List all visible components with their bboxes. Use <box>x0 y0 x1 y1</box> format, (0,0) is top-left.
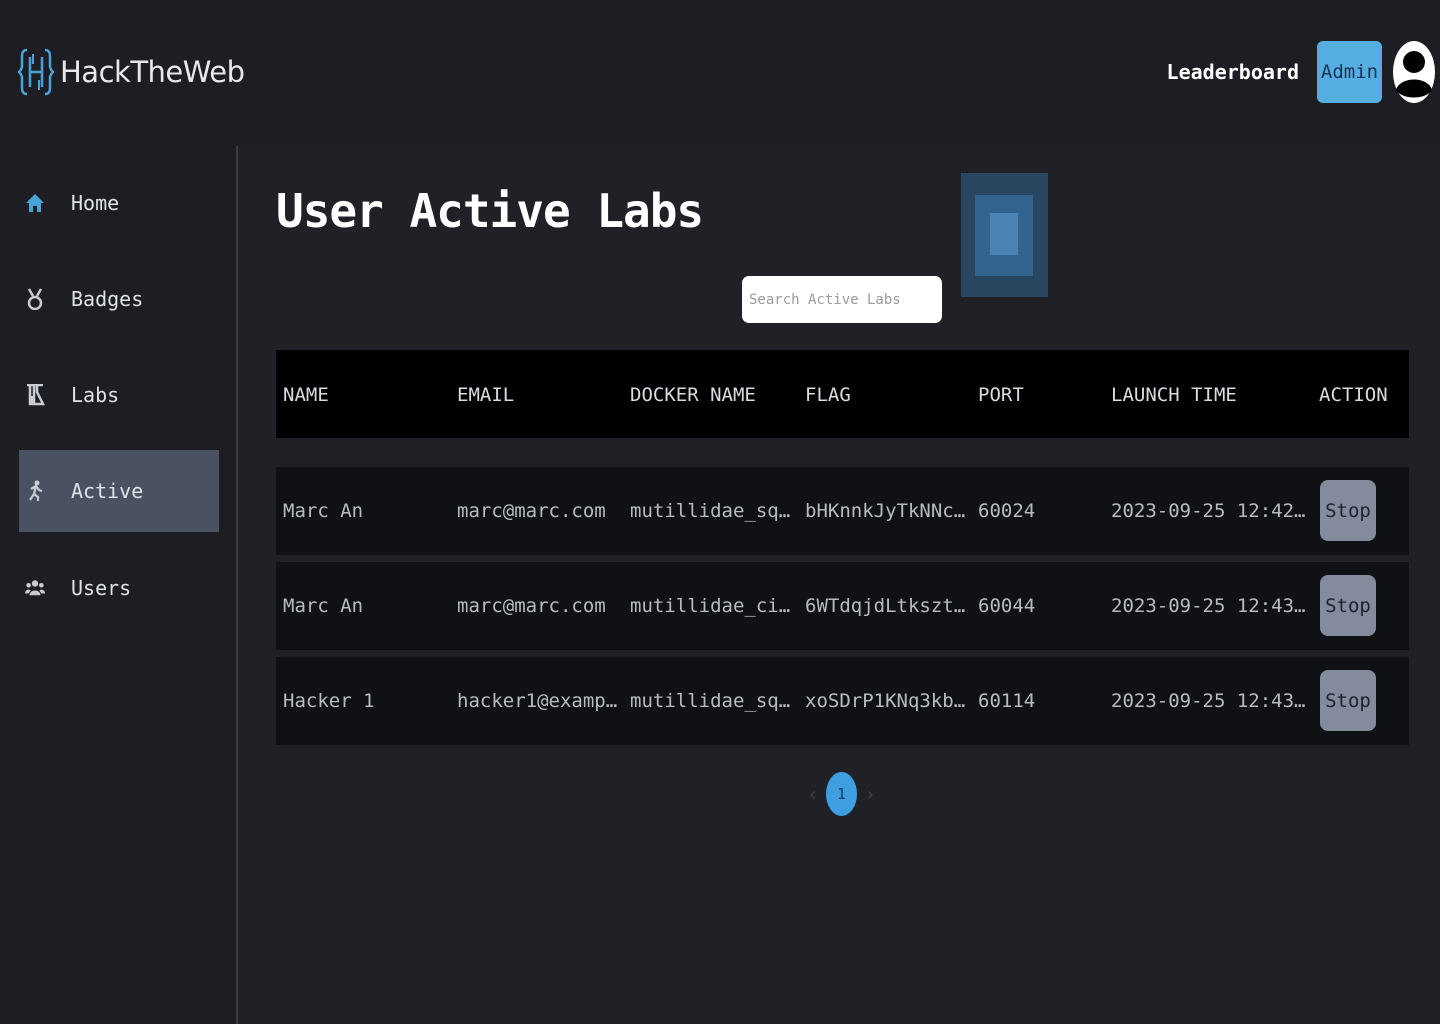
flask-icon <box>25 384 45 406</box>
cell-docker-name: mutillidae_sqli_2 <box>630 500 800 522</box>
medal-icon <box>25 288 45 310</box>
cell-flag: xoSDrP1KNq3kbmt2… <box>805 690 970 712</box>
column-header-name[interactable]: NAME <box>283 384 329 406</box>
column-header-port[interactable]: PORT <box>978 384 1024 406</box>
logo-icon <box>18 48 54 96</box>
cell-name: Hacker 1 <box>283 690 375 712</box>
brand-logo[interactable]: HackTheWeb <box>18 44 245 100</box>
cell-launch-time: 2023-09-25 12:42… <box>1111 500 1306 522</box>
search-input[interactable] <box>742 276 942 323</box>
cell-port: 60024 <box>978 500 1036 522</box>
sidebar: Home Badges Labs Active Users <box>0 146 238 1024</box>
home-icon <box>25 192 45 214</box>
user-avatar-icon[interactable] <box>1392 40 1436 104</box>
sidebar-item-home[interactable]: Home <box>19 162 219 244</box>
table-row: Hacker 1 hacker1@example.… mutillidae_sq… <box>276 657 1409 745</box>
column-header-action: ACTION <box>1319 384 1388 406</box>
cell-docker-name: mutillidae_sqli_… <box>630 690 800 712</box>
stop-button[interactable]: Stop <box>1320 670 1376 731</box>
sidebar-item-label: Home <box>71 191 120 215</box>
table-header: NAME EMAIL DOCKER NAME FLAG PORT LAUNCH … <box>276 350 1409 438</box>
cell-flag: 6WTdqjdLtksztVZP… <box>805 595 970 617</box>
top-header: HackTheWeb Leaderboard Admin <box>0 0 1440 146</box>
cell-name: Marc An <box>283 595 364 617</box>
decorative-squares <box>961 173 1048 297</box>
page-title: User Active Labs <box>276 184 704 238</box>
leaderboard-link[interactable]: Leaderboard <box>1167 60 1299 84</box>
column-header-email[interactable]: EMAIL <box>457 384 514 406</box>
users-icon <box>25 577 45 599</box>
header-nav: Leaderboard Admin <box>1167 40 1436 104</box>
pagination-next-button[interactable]: › <box>857 782 883 806</box>
sidebar-item-active[interactable]: Active <box>19 450 219 532</box>
cell-launch-time: 2023-09-25 12:43… <box>1111 690 1306 712</box>
pagination-prev-button[interactable]: ‹ <box>800 782 826 806</box>
table-row: Marc An marc@marc.com mutillidae_sqli_2 … <box>276 467 1409 555</box>
stop-button[interactable]: Stop <box>1320 480 1376 541</box>
cell-email: marc@marc.com <box>457 500 606 522</box>
sidebar-item-badges[interactable]: Badges <box>19 258 219 340</box>
column-header-launch-time[interactable]: LAUNCH TIME <box>1111 384 1237 406</box>
cell-port: 60114 <box>978 690 1036 712</box>
cell-flag: bHKnnkJyTkNNctxw… <box>805 500 970 522</box>
stop-button[interactable]: Stop <box>1320 575 1376 636</box>
brand-name: HackTheWeb <box>60 55 245 89</box>
sidebar-item-label: Users <box>71 576 132 600</box>
cell-launch-time: 2023-09-25 12:43… <box>1111 595 1306 617</box>
sidebar-item-users[interactable]: Users <box>19 547 219 629</box>
column-header-flag[interactable]: FLAG <box>805 384 851 406</box>
admin-button[interactable]: Admin <box>1317 41 1382 103</box>
sidebar-item-label: Badges <box>71 287 144 311</box>
pagination-page-1[interactable]: 1 <box>826 772 857 816</box>
sidebar-item-labs[interactable]: Labs <box>19 354 219 436</box>
pagination: ‹ 1 › <box>800 772 883 816</box>
cell-port: 60044 <box>978 595 1036 617</box>
cell-docker-name: mutillidae_ci_2 <box>630 595 800 617</box>
cell-email: hacker1@example.… <box>457 690 622 712</box>
cell-name: Marc An <box>283 500 364 522</box>
table-row: Marc An marc@marc.com mutillidae_ci_2 6W… <box>276 562 1409 650</box>
sidebar-item-label: Labs <box>71 383 120 407</box>
column-header-docker-name[interactable]: DOCKER NAME <box>630 384 756 406</box>
sidebar-item-label: Active <box>71 479 144 503</box>
cell-email: marc@marc.com <box>457 595 606 617</box>
running-icon <box>25 480 45 502</box>
